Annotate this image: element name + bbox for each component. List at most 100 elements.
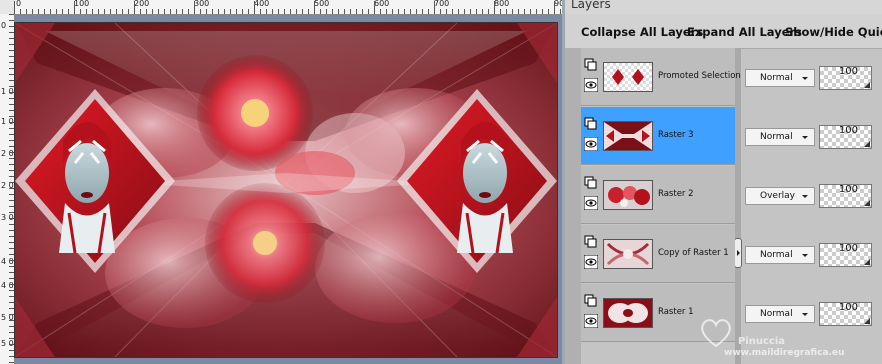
ruler-tick [9,14,14,15]
layer-name[interactable]: Promoted Selection [658,71,741,81]
ruler-tick [242,9,243,14]
blend-mode-value: Normal [760,250,793,260]
show-hide-quick-search-button[interactable]: Show/Hide Quick S [785,25,882,39]
ruler-tick [392,9,393,14]
layer-row-copy-of-raster-1[interactable]: Copy of Raster 1 [581,225,735,283]
layer-row-raster-3[interactable]: Raster 3 [581,107,735,165]
ruler-tick [290,9,291,14]
ruler-tick [122,9,123,14]
layer-thumbnail [603,121,653,151]
ruler-tick [188,9,189,14]
visibility-eye-icon[interactable] [584,314,598,328]
ruler-tick [320,9,321,14]
ruler-tick [350,9,351,14]
ruler-tick [416,9,417,14]
layer-row-promoted-selection[interactable]: Promoted Selection [581,48,741,106]
layer-thumbnail [603,180,653,210]
vertical-ruler: 0 1 0 1 0 2 0 2 0 3 0 4 0 4 0 5 0 5 0 [0,14,15,364]
ruler-tick [422,9,423,14]
ruler-label: 0 [1,21,7,30]
blend-mode-select[interactable]: Normal [745,128,815,146]
visibility-eye-icon[interactable] [584,137,598,151]
opacity-field[interactable]: 100 [819,184,872,208]
canvas-area[interactable]: 0 100 200 300 400 500 600 700 800 900 0 … [0,0,562,364]
ruler-tick [146,9,147,14]
heart-logo-icon [701,319,731,348]
watermark-url: www.maildiregrafica.eu [724,348,845,358]
opacity-value: 100 [838,184,858,195]
ruler-tick [212,9,213,14]
ruler-tick [500,9,501,14]
ruler-tick [32,9,33,14]
ruler-label: 0 [16,0,22,8]
splitter-grip[interactable] [734,238,742,268]
ruler-label: 400 [254,0,270,8]
ruler-tick [92,9,93,14]
opacity-field[interactable]: 100 [819,66,872,90]
ruler-tick [440,9,441,14]
ruler-tick [14,1,15,14]
ruler-tick [380,9,381,14]
visibility-eye-icon[interactable] [584,196,598,210]
layer-name[interactable]: Copy of Raster 1 [658,248,729,258]
artwork-canvas[interactable] [14,22,558,358]
ruler-tick [116,9,117,14]
ruler-tick [386,9,387,14]
layer-group-icon[interactable] [584,58,598,72]
layer-row-raster-2[interactable]: Raster 2 [581,166,735,224]
layer-name[interactable]: Raster 3 [658,130,694,140]
ruler-tick [9,20,14,21]
ruler-tick [230,9,231,14]
ruler-tick [164,9,165,14]
layer-group-icon[interactable] [584,235,598,249]
visibility-eye-icon[interactable] [584,255,598,269]
ruler-tick [104,9,105,14]
layer-group-icon[interactable] [584,294,598,308]
collapse-all-layers-button[interactable]: Collapse All Layers [581,25,703,39]
ruler-tick [260,9,261,14]
ruler-tick [26,9,27,14]
ruler-tick [68,9,69,14]
ruler-tick [560,9,561,14]
layer-group-icon[interactable] [584,117,598,131]
opacity-field[interactable]: 100 [819,125,872,149]
blend-mode-value: Normal [760,132,793,142]
layer-icons [584,176,600,214]
blend-mode-select[interactable]: Normal [745,246,815,264]
visibility-eye-icon[interactable] [584,78,598,92]
layer-icons [584,58,600,96]
layer-thumbnail [603,298,653,328]
opacity-value: 100 [838,243,858,254]
ruler-tick [452,9,453,14]
ruler-tick [374,1,375,14]
ruler-tick [506,9,507,14]
ruler-tick [326,9,327,14]
chevron-down-icon [802,254,808,257]
ruler-tick [134,1,135,14]
ruler-tick [488,9,489,14]
ruler-tick [38,9,39,14]
ruler-tick [530,9,531,14]
ruler-tick [356,9,357,14]
ruler-tick [434,1,435,14]
ruler-tick [476,9,477,14]
ruler-tick [362,9,363,14]
resize-corner-icon [864,141,870,147]
ruler-tick [338,9,339,14]
ruler-label: 300 [194,0,210,8]
blend-mode-value: Overlay [760,191,795,201]
layer-thumbnail [603,62,653,92]
opacity-value: 100 [838,66,858,77]
ruler-tick [158,9,159,14]
blend-mode-select[interactable]: Normal [745,69,815,87]
ruler-tick [464,9,465,14]
ruler-tick [536,9,537,14]
ruler-tick [62,9,63,14]
artwork-image [15,23,557,357]
opacity-field[interactable]: 100 [819,243,872,267]
layer-name[interactable]: Raster 2 [658,189,694,199]
blend-mode-select[interactable]: Overlay [745,187,815,205]
ruler-tick [494,1,495,14]
ruler-tick [284,9,285,14]
layer-group-icon[interactable] [584,176,598,190]
